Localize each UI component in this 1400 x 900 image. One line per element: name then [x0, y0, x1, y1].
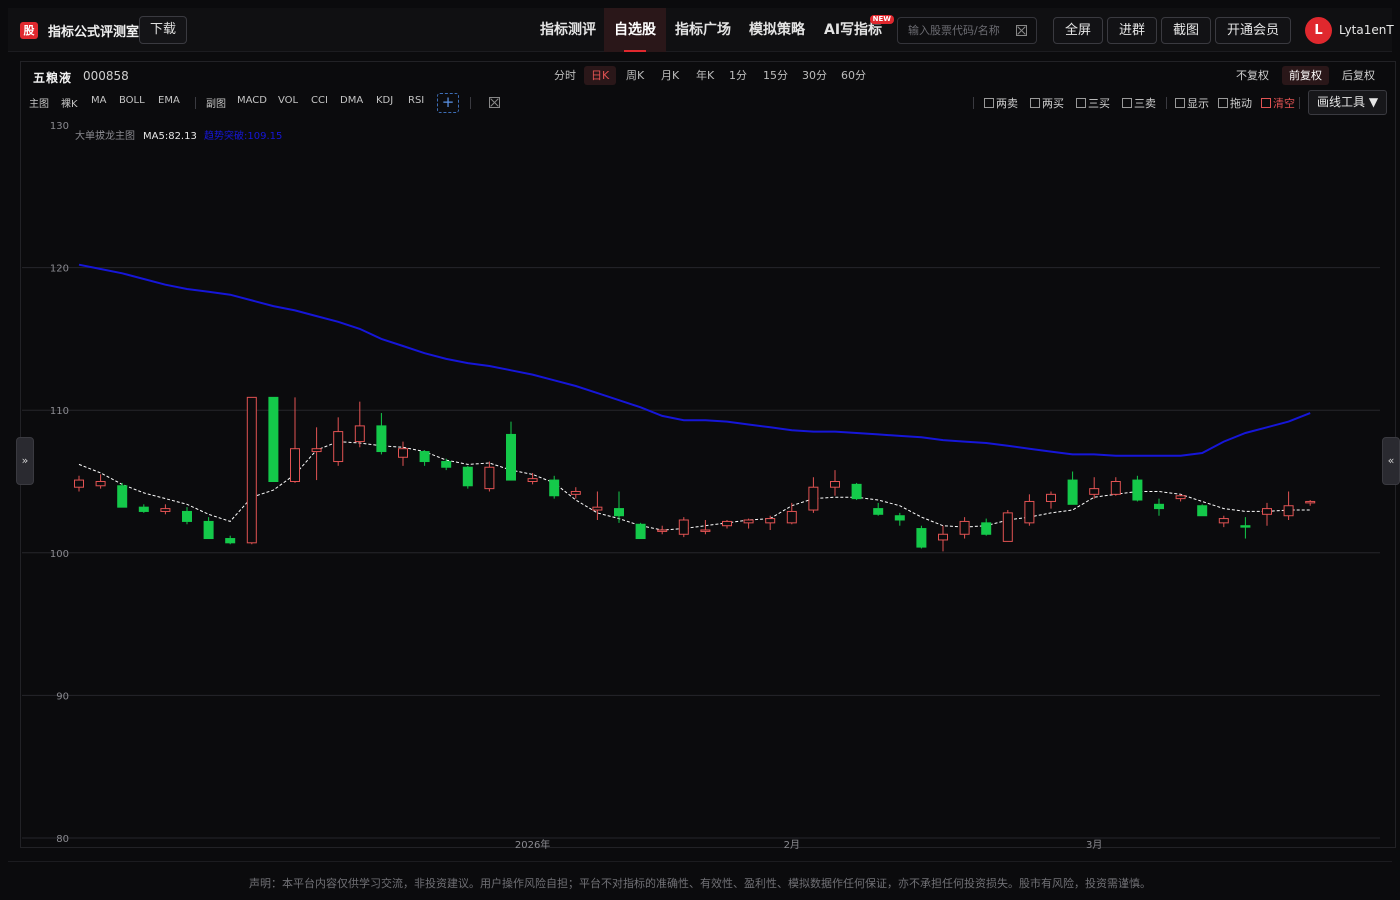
- candle-body: [959, 520, 970, 535]
- candle-body: [1283, 505, 1294, 517]
- candle-body: [873, 508, 884, 515]
- candle-body: [311, 448, 322, 453]
- candle-body: [138, 506, 149, 512]
- candle-body: [462, 466, 473, 487]
- candle-body: [570, 490, 581, 495]
- candle-body: [506, 433, 516, 481]
- candle-body: [1154, 503, 1164, 510]
- candle-body: [95, 481, 106, 487]
- candle-body: [117, 485, 128, 508]
- candle-body: [1218, 518, 1229, 524]
- candle-body: [549, 479, 560, 497]
- x-tick-label: 3月: [1086, 839, 1102, 851]
- candle-body: [419, 451, 430, 463]
- candle-body: [700, 529, 711, 532]
- x-tick-label: 2026年: [515, 838, 550, 851]
- candle-body: [938, 533, 948, 541]
- candle-body: [830, 481, 840, 488]
- candle-body: [268, 396, 279, 482]
- candle-body: [182, 510, 192, 522]
- candle-body: [376, 425, 387, 453]
- candle-body: [678, 519, 689, 535]
- y-tick-label: 120: [50, 264, 69, 275]
- candle-body: [333, 431, 344, 463]
- candle-body: [354, 425, 365, 443]
- y-tick-label: 130: [50, 121, 69, 132]
- candle-body: [786, 510, 797, 524]
- legend-ma5: MA5:82.13: [143, 131, 197, 142]
- candle-body: [1132, 479, 1143, 501]
- candle-body: [657, 529, 668, 532]
- candle-body: [1262, 508, 1272, 515]
- kline-chart[interactable]: 80901001101201302026年2月3月4月大单拔龙主图MA5:82.…: [0, 0, 1400, 900]
- candle-body: [246, 396, 257, 544]
- candle-body: [981, 522, 992, 535]
- candle-body: [1024, 500, 1035, 524]
- candle-body: [916, 528, 927, 548]
- candle-body: [225, 538, 236, 544]
- candle-body: [74, 479, 84, 488]
- divider: [8, 861, 1392, 862]
- candle-body: [1175, 495, 1186, 500]
- y-tick-label: 100: [50, 549, 69, 560]
- candle-body: [743, 519, 754, 524]
- candle-body: [614, 508, 624, 517]
- candle-body: [527, 478, 538, 483]
- y-tick-label: 90: [56, 691, 69, 702]
- candle-body: [808, 486, 819, 511]
- candle-body: [1002, 512, 1013, 542]
- candle-body: [851, 483, 862, 500]
- legend-main-indicator: 大单拔龙主图: [75, 129, 135, 142]
- candle-body: [290, 448, 300, 482]
- candle-body: [894, 515, 905, 521]
- y-tick-label: 110: [50, 406, 69, 417]
- candle-body: [160, 508, 171, 512]
- breakout-line: [78, 263, 1311, 457]
- legend-breakout: 趋势突破:109.15: [204, 129, 282, 142]
- candle-body: [441, 461, 452, 468]
- candle-body: [484, 466, 495, 490]
- candle-body: [722, 520, 732, 527]
- disclaimer: 声明：本平台内容仅供学习交流，非投资建议。用户操作风险自担；平台不对指标的准确性…: [249, 877, 1151, 890]
- x-tick-label: 2月: [784, 839, 800, 851]
- candle-body: [765, 518, 776, 524]
- y-tick-label: 80: [56, 834, 69, 845]
- candle-body: [1110, 481, 1121, 495]
- candle-body: [635, 523, 646, 540]
- candle-body: [1046, 493, 1056, 502]
- candle-body: [592, 506, 603, 511]
- candle-body: [1089, 488, 1100, 495]
- candle-body: [1197, 505, 1208, 517]
- candle-body: [1240, 525, 1251, 528]
- candle-body: [1067, 479, 1078, 505]
- candle-body: [203, 520, 214, 540]
- candle-body: [1305, 500, 1316, 504]
- candle-body: [398, 448, 408, 458]
